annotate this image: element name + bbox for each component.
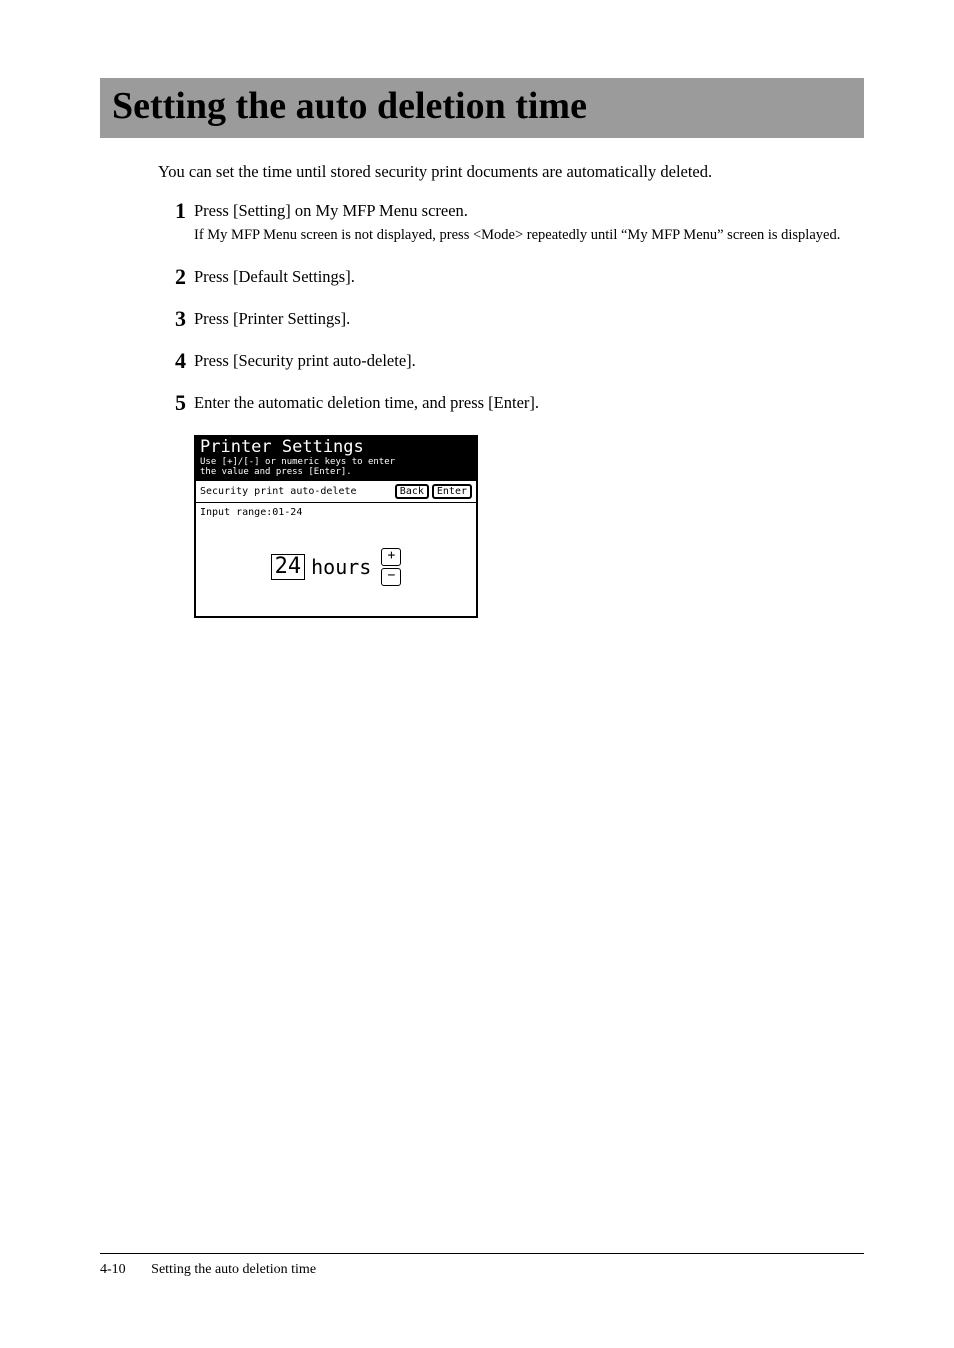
page-number: 4-10	[100, 1262, 126, 1278]
footer-title: Setting the auto deletion time	[151, 1262, 316, 1277]
step-number: 4	[158, 350, 186, 372]
step-text: Enter the automatic deletion time, and p…	[194, 392, 539, 414]
step-text: Press [Setting] on My MFP Menu screen.	[194, 200, 840, 222]
page-footer: 4-10 Setting the auto deletion time	[100, 1253, 864, 1278]
section-title-bar: Setting the auto deletion time	[100, 78, 864, 138]
step-body: Press [Setting] on My MFP Menu screen. I…	[194, 200, 840, 246]
step-text: Press [Printer Settings].	[194, 308, 350, 330]
intro-text: You can set the time until stored securi…	[158, 162, 864, 182]
step-item: 5 Enter the automatic deletion time, and…	[158, 392, 864, 414]
step-list: 1 Press [Setting] on My MFP Menu screen.…	[158, 200, 864, 415]
step-item: 2 Press [Default Settings].	[158, 266, 864, 288]
enter-button[interactable]: Enter	[432, 484, 472, 499]
step-item: 1 Press [Setting] on My MFP Menu screen.…	[158, 200, 864, 246]
back-button[interactable]: Back	[395, 484, 429, 499]
step-item: 4 Press [Security print auto-delete].	[158, 350, 864, 372]
lcd-header: Printer Settings Use [+]/[-] or numeric …	[196, 437, 476, 481]
step-number: 1	[158, 200, 186, 222]
lcd-subtitle-line2: the value and press [Enter].	[200, 467, 472, 477]
step-number: 2	[158, 266, 186, 288]
step-number: 5	[158, 392, 186, 414]
hours-value-input[interactable]: 24	[271, 554, 306, 580]
section-title: Setting the auto deletion time	[112, 86, 864, 128]
step-item: 3 Press [Printer Settings].	[158, 308, 864, 330]
hours-unit-label: hours	[311, 555, 371, 579]
page: Setting the auto deletion time You can s…	[0, 0, 954, 1348]
lcd-title: Printer Settings	[200, 439, 472, 457]
lcd-input-range: Input range:01-24	[196, 503, 476, 518]
step-text: Press [Security print auto-delete].	[194, 350, 416, 372]
increment-button[interactable]: +	[381, 548, 401, 566]
lcd-setting-label: Security print auto-delete	[200, 486, 357, 497]
step-text: Press [Default Settings].	[194, 266, 355, 288]
step-subtext: If My MFP Menu screen is not displayed, …	[194, 226, 840, 246]
lcd-value-area: 24 hours + −	[196, 518, 476, 616]
step-number: 3	[158, 308, 186, 330]
printer-lcd-panel: Printer Settings Use [+]/[-] or numeric …	[194, 435, 478, 619]
decrement-button[interactable]: −	[381, 568, 401, 586]
lcd-subtitle-line1: Use [+]/[-] or numeric keys to enter	[200, 457, 472, 467]
lcd-setting-row: Security print auto-delete Back Enter	[196, 480, 476, 503]
